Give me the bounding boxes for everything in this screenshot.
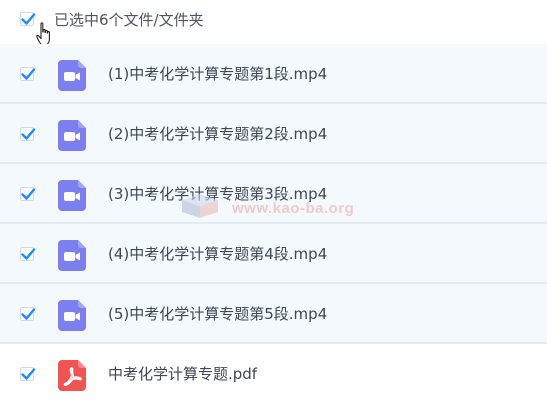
file-row[interactable]: (5)中考化学计算专题第5段.mp4 — [0, 284, 547, 344]
file-name[interactable]: (1)中考化学计算专题第1段.mp4 — [108, 63, 327, 85]
file-name[interactable]: (3)中考化学计算专题第3段.mp4 — [108, 183, 327, 205]
file-row[interactable]: (4)中考化学计算专题第4段.mp4 — [0, 224, 547, 284]
checkmark-icon — [21, 248, 36, 260]
file-checkbox[interactable] — [20, 127, 36, 141]
checkmark-icon — [21, 308, 36, 320]
file-row[interactable]: 中考化学计算专题.pdf — [0, 344, 547, 408]
file-checkbox[interactable] — [20, 367, 36, 381]
file-row[interactable]: (2)中考化学计算专题第2段.mp4 — [0, 104, 547, 164]
file-row[interactable]: (1)中考化学计算专题第1段.mp4 — [0, 44, 547, 104]
pdf-file-icon — [58, 360, 86, 391]
selection-count-label: 已选中6个文件/文件夹 — [54, 11, 204, 29]
checkmark-icon — [21, 13, 36, 25]
file-checkbox[interactable] — [20, 307, 36, 321]
file-name[interactable]: (2)中考化学计算专题第2段.mp4 — [108, 123, 327, 145]
checkmark-icon — [21, 68, 36, 80]
file-checkbox[interactable] — [20, 67, 36, 81]
file-name[interactable]: (4)中考化学计算专题第4段.mp4 — [108, 243, 327, 265]
video-file-icon — [58, 240, 86, 271]
checkmark-icon — [21, 368, 36, 380]
file-name[interactable]: 中考化学计算专题.pdf — [108, 363, 257, 385]
select-all-checkbox[interactable] — [20, 12, 36, 26]
file-checkbox[interactable] — [20, 247, 36, 261]
video-file-icon — [58, 180, 86, 211]
checkmark-icon — [21, 128, 36, 140]
file-name[interactable]: (5)中考化学计算专题第5段.mp4 — [108, 303, 327, 325]
selection-header: 已选中6个文件/文件夹 — [0, 0, 547, 46]
file-row[interactable]: (3)中考化学计算专题第3段.mp4 — [0, 164, 547, 224]
file-list: (1)中考化学计算专题第1段.mp4 (2)中考化学计算专题第2段.mp4 (3… — [0, 44, 547, 408]
checkmark-icon — [21, 188, 36, 200]
video-file-icon — [58, 60, 86, 91]
file-checkbox[interactable] — [20, 187, 36, 201]
video-file-icon — [58, 120, 86, 151]
video-file-icon — [58, 300, 86, 331]
